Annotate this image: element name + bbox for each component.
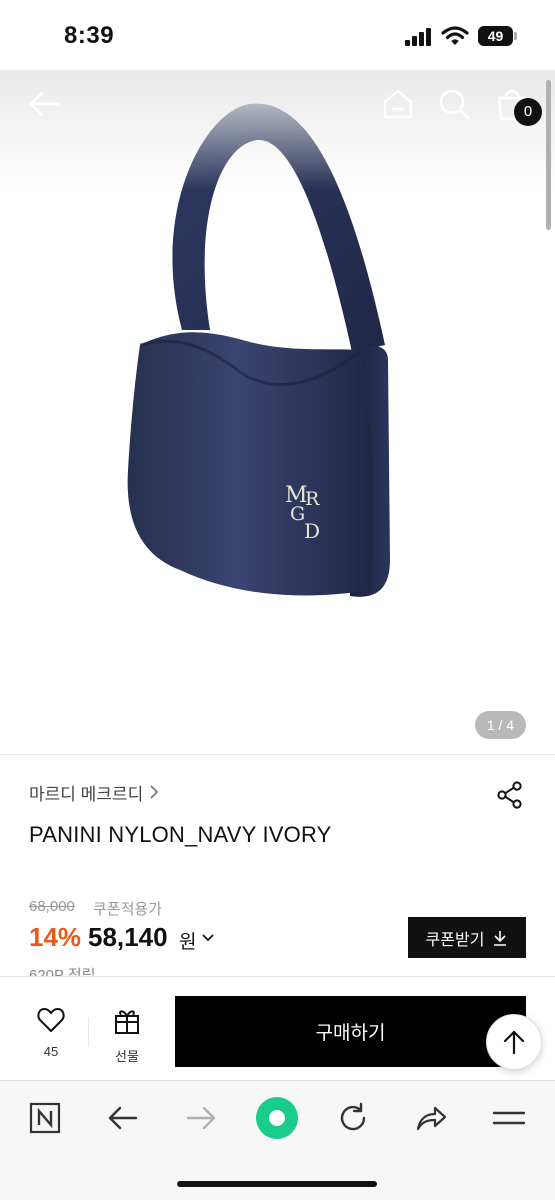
back-icon[interactable]: [106, 1101, 140, 1135]
purchase-action-bar: 45 선물 구매하기: [0, 976, 555, 1080]
svg-text:R: R: [305, 488, 320, 510]
gift-icon: [115, 1010, 139, 1034]
image-counter: 1 / 4: [475, 711, 526, 739]
battery-icon: 49: [478, 26, 518, 46]
cart-count-badge[interactable]: 0: [514, 98, 542, 126]
share-icon[interactable]: [414, 1101, 448, 1135]
gift-label: 선물: [115, 1049, 139, 1064]
battery-level: 49: [478, 26, 513, 46]
svg-text:D: D: [304, 519, 320, 543]
brand-link[interactable]: 마르디 메크르디: [29, 780, 159, 804]
buy-now-button[interactable]: 구매하기: [175, 996, 526, 1067]
product-image[interactable]: M R G D: [0, 70, 555, 755]
back-arrow-icon[interactable]: [26, 86, 62, 122]
chevron-right-icon: [150, 785, 159, 799]
home-indicator[interactable]: [177, 1181, 377, 1187]
svg-text:G: G: [290, 503, 305, 525]
currency-unit: 원: [179, 932, 197, 953]
scroll-to-top-button[interactable]: [486, 1014, 542, 1070]
gift-button[interactable]: 선물: [98, 1007, 156, 1065]
reload-icon[interactable]: [336, 1101, 370, 1135]
divider: [0, 754, 555, 755]
discount-rate: 14%: [29, 922, 82, 952]
product-name: PANINI NYLON_NAVY IVORY: [29, 822, 332, 847]
home-icon[interactable]: [380, 86, 416, 122]
chevron-down-icon[interactable]: [201, 931, 215, 945]
search-icon[interactable]: [436, 86, 472, 122]
signal-icon: [405, 28, 431, 46]
green-dot-icon[interactable]: [255, 1096, 299, 1140]
forward-icon[interactable]: [184, 1101, 218, 1135]
points-text: 620P 적립: [29, 967, 96, 976]
status-bar: 8:39 49: [0, 0, 555, 70]
menu-icon[interactable]: [492, 1101, 526, 1135]
brand-name: 마르디 메크르디: [29, 784, 144, 804]
like-count: 45: [43, 1044, 59, 1059]
divider: [88, 1017, 89, 1047]
original-price: 68,000: [29, 898, 75, 915]
sale-price: 58,140: [88, 922, 168, 952]
share-icon[interactable]: [495, 780, 525, 810]
coupon-price-note: 쿠폰적용가: [93, 901, 163, 918]
wifi-icon: [441, 26, 469, 45]
like-button[interactable]: 45: [22, 1007, 80, 1059]
status-time: 8:39: [64, 22, 115, 49]
get-coupon-button[interactable]: 쿠폰받기: [408, 917, 526, 958]
naver-n-icon[interactable]: [28, 1101, 62, 1135]
scrollbar[interactable]: [546, 80, 551, 230]
download-icon: [494, 930, 507, 946]
arrow-up-icon: [503, 1030, 525, 1055]
heart-icon: [37, 1008, 65, 1032]
get-coupon-label: 쿠폰받기: [425, 931, 485, 949]
